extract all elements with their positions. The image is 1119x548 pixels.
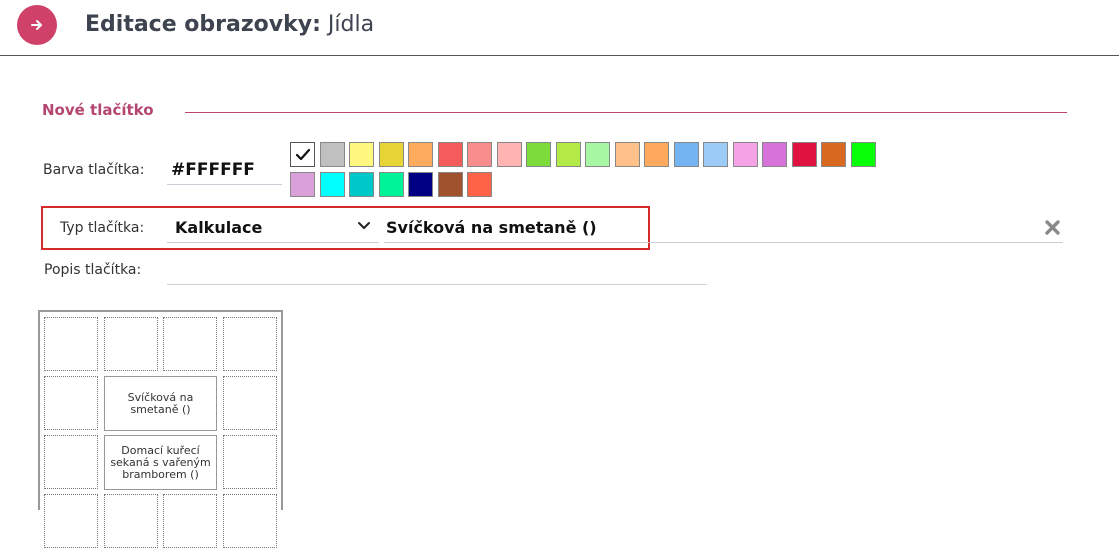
- section-title: Nové tlačítko: [42, 101, 154, 119]
- color-label: Barva tlačítka:: [43, 162, 145, 178]
- color-swatch[interactable]: [526, 142, 551, 167]
- color-swatch[interactable]: [821, 142, 846, 167]
- chevron-down-icon: [358, 222, 370, 229]
- color-swatch[interactable]: [555, 142, 581, 167]
- type-select-value: Kalkulace: [175, 218, 263, 237]
- grid-button-2[interactable]: Domací kuřecí sekaná s vařeným bramborem…: [104, 435, 217, 490]
- color-swatch[interactable]: [378, 142, 404, 167]
- page-title: Editace obrazovky: Jídla: [85, 12, 374, 37]
- section-divider: [185, 112, 1067, 113]
- grid-cell-empty[interactable]: [44, 494, 98, 548]
- page-title-screen-name: Jídla: [327, 12, 375, 37]
- color-swatch[interactable]: [791, 142, 817, 167]
- color-swatch[interactable]: [850, 142, 876, 167]
- color-swatch[interactable]: [349, 172, 374, 197]
- type-select[interactable]: Kalkulace: [167, 213, 379, 243]
- page-title-bold: Editace obrazovky:: [85, 12, 321, 37]
- grid-cell-empty[interactable]: [163, 494, 217, 548]
- header: Editace obrazovky: Jídla: [0, 0, 1119, 56]
- color-swatch[interactable]: [437, 172, 463, 197]
- description-input[interactable]: [167, 256, 707, 285]
- grid-cell-empty[interactable]: [44, 435, 98, 489]
- color-swatch[interactable]: [496, 142, 522, 167]
- color-swatch[interactable]: [349, 142, 374, 167]
- color-swatch[interactable]: [378, 172, 404, 197]
- arrow-right-icon: [31, 20, 42, 30]
- color-swatch[interactable]: [408, 172, 433, 197]
- close-icon[interactable]: [1044, 219, 1061, 236]
- grid-cell-empty[interactable]: [104, 317, 158, 371]
- grid-cell-empty[interactable]: [104, 494, 158, 548]
- grid-cell-empty[interactable]: [223, 376, 277, 430]
- grid-button-1[interactable]: Svíčková na smetaně (): [104, 376, 217, 431]
- grid-cell-empty[interactable]: [223, 494, 277, 548]
- color-swatch[interactable]: [408, 142, 433, 167]
- back-button[interactable]: [17, 5, 57, 45]
- color-swatch[interactable]: [614, 142, 640, 167]
- color-swatch[interactable]: [290, 172, 315, 197]
- color-swatch[interactable]: [762, 142, 787, 167]
- item-field[interactable]: Svíčková na smetaně (): [384, 213, 1063, 243]
- color-swatch[interactable]: [703, 142, 728, 167]
- grid-cell-empty[interactable]: [223, 317, 277, 371]
- grid-cell-empty[interactable]: [163, 317, 217, 371]
- color-swatch[interactable]: [319, 142, 345, 167]
- item-field-value: Svíčková na smetaně (): [386, 218, 597, 237]
- grid-cell-empty[interactable]: [44, 317, 98, 371]
- color-swatch[interactable]: [437, 142, 463, 167]
- color-swatch[interactable]: [290, 142, 315, 167]
- color-swatch[interactable]: [732, 142, 758, 167]
- grid-cell-empty[interactable]: [223, 435, 277, 489]
- color-swatch[interactable]: [585, 142, 610, 167]
- color-input[interactable]: #FFFFFF: [167, 155, 282, 185]
- description-label: Popis tlačítka:: [44, 262, 142, 278]
- color-swatch[interactable]: [467, 142, 492, 167]
- type-label: Typ tlačítka:: [60, 220, 145, 236]
- color-swatch[interactable]: [467, 172, 492, 197]
- grid-cell-empty[interactable]: [44, 376, 98, 430]
- color-swatch[interactable]: [644, 142, 669, 167]
- color-swatch[interactable]: [319, 172, 345, 197]
- checkmark-icon: [295, 148, 310, 160]
- color-swatch[interactable]: [673, 142, 699, 167]
